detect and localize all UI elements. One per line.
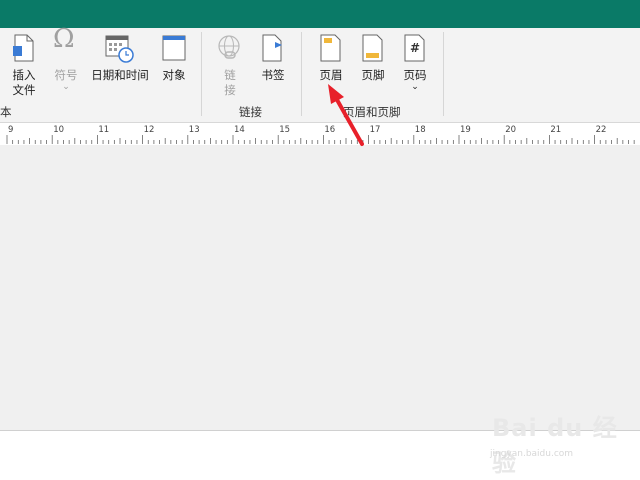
link-label-1: 链 bbox=[224, 68, 236, 82]
title-bar bbox=[0, 0, 640, 28]
ruler-label: 16 bbox=[324, 125, 336, 135]
ruler-label: 9 bbox=[8, 125, 14, 135]
ruler-label: 14 bbox=[234, 125, 245, 135]
document-icon bbox=[13, 34, 34, 62]
header-label: 页眉 bbox=[319, 68, 343, 82]
page-number-button[interactable]: # 页码 ⌄ bbox=[398, 34, 432, 100]
ruler-label: 15 bbox=[279, 125, 291, 135]
ruler-label: 21 bbox=[550, 125, 562, 135]
symbol-button[interactable]: Ω 符号 ⌄ bbox=[50, 24, 82, 100]
document-canvas[interactable] bbox=[0, 145, 640, 431]
header-button[interactable]: 页眉 bbox=[314, 34, 348, 84]
ruler-label: 17 bbox=[369, 125, 381, 135]
ruler-label: 10 bbox=[53, 125, 65, 135]
omega-icon: Ω bbox=[53, 24, 75, 54]
datetime-label: 日期和时间 bbox=[91, 68, 149, 82]
insert-file-button[interactable]: 插入 文件 bbox=[6, 34, 42, 100]
baidu-watermark-logo: Bai du 经验 bbox=[492, 414, 618, 477]
chevron-down-icon: ⌄ bbox=[411, 82, 419, 92]
link-button[interactable]: 链 接 bbox=[214, 34, 246, 100]
group-divider bbox=[201, 32, 202, 116]
footer-label: 页脚 bbox=[361, 68, 385, 82]
insert-file-label-1: 插入 bbox=[12, 68, 36, 82]
insert-ribbon: 插入 文件 Ω 符号 ⌄ 日期和时间 对象 本 链 接 书签 链接 页眉 页脚 … bbox=[0, 24, 640, 122]
baidu-watermark-url: jingyan.baidu.com bbox=[490, 449, 574, 459]
chevron-down-icon: ⌄ bbox=[62, 82, 70, 92]
hash-glyph: # bbox=[410, 41, 421, 55]
ruler-label: 13 bbox=[188, 125, 200, 135]
group-divider bbox=[301, 32, 302, 116]
object-button[interactable]: 对象 bbox=[158, 34, 190, 84]
object-label: 对象 bbox=[162, 68, 186, 82]
ruler-label: 11 bbox=[98, 125, 110, 135]
ruler-ticks bbox=[6, 135, 635, 144]
ruler-label: 12 bbox=[143, 125, 155, 135]
bookmark-button[interactable]: 书签 bbox=[256, 34, 290, 84]
group-label-links: 链接 bbox=[239, 105, 262, 119]
group-divider bbox=[443, 32, 444, 116]
object-icon bbox=[162, 35, 186, 61]
header-icon bbox=[320, 34, 341, 62]
ruler-label: 20 bbox=[505, 125, 517, 135]
footer-button[interactable]: 页脚 bbox=[356, 34, 390, 84]
symbol-label: 符号 bbox=[54, 68, 78, 82]
insert-file-label-2: 文件 bbox=[12, 83, 36, 97]
horizontal-ruler[interactable]: 9 10 11 12 13 14 15 16 17 18 19 20 21 22 bbox=[0, 122, 640, 146]
link-label-2: 接 bbox=[224, 83, 236, 97]
ruler-label: 19 bbox=[460, 125, 471, 135]
ruler-label: 18 bbox=[414, 125, 426, 135]
datetime-button[interactable]: 日期和时间 bbox=[88, 34, 152, 84]
bookmark-label: 书签 bbox=[261, 68, 285, 82]
footer-icon bbox=[362, 34, 383, 62]
page-number-label: 页码 bbox=[403, 68, 427, 82]
calendar-clock-icon bbox=[105, 35, 134, 63]
globe-link-icon bbox=[218, 35, 240, 59]
ruler-label: 22 bbox=[595, 125, 607, 135]
bookmark-icon bbox=[262, 34, 282, 62]
group-label-text: 本 bbox=[0, 105, 12, 119]
group-label-header-footer: 页眉和页脚 bbox=[343, 105, 401, 119]
